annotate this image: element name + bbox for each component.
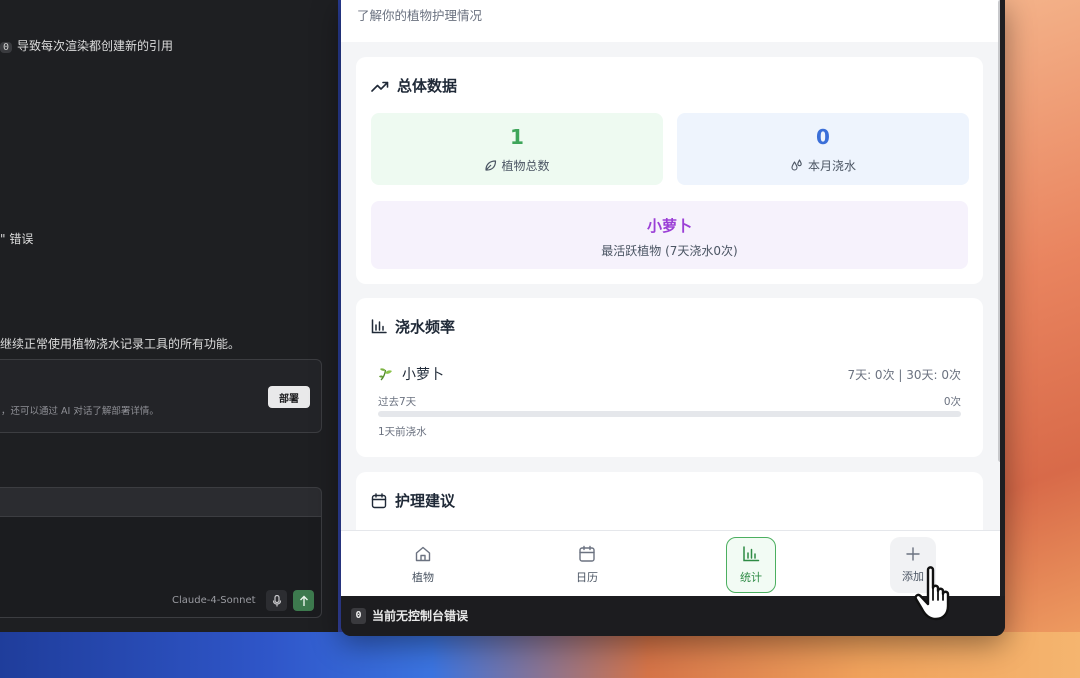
period-value: 0次: [943, 396, 961, 408]
microphone-icon: [272, 594, 281, 606]
hand-pointer-cursor-icon: [914, 566, 950, 621]
editor-message-line: " 错误: [0, 232, 34, 246]
card-title-text: 总体数据: [397, 77, 458, 95]
month-water-stat: 0 本月浇水: [677, 113, 969, 185]
most-active-plant: 小萝卜 最活跃植物 (7天浇水0次): [371, 201, 968, 269]
total-plants-value: 1: [510, 125, 524, 149]
bottom-navigation: 植物 日历 统计 添加: [341, 530, 1000, 596]
most-active-name: 小萝卜: [646, 217, 692, 235]
care-tips-title: 护理建议: [371, 490, 455, 511]
total-plants-label: 植物总数: [371, 157, 663, 174]
droplets-icon: [791, 159, 802, 171]
plus-icon: [906, 547, 920, 561]
code-badge: 0: [0, 42, 13, 53]
stat-label-text: 本月浇水: [807, 159, 856, 173]
microphone-button[interactable]: [266, 590, 287, 611]
plant-name: 小萝卜: [402, 367, 444, 383]
total-plants-stat: 1 植物总数: [371, 113, 663, 185]
send-button[interactable]: [293, 590, 314, 611]
preview-window: 了解你的植物护理情况 总体数据 1 植物总数 0 本月浇水 小萝卜 最活跃植物 …: [341, 0, 1005, 636]
nav-label: 植物: [412, 571, 434, 584]
calendar-icon: [371, 492, 387, 508]
card-title-text: 护理建议: [395, 492, 456, 510]
deploy-button[interactable]: 部署: [268, 386, 310, 408]
console-status-text: 当前无控制台错误: [372, 609, 469, 623]
nav-calendar[interactable]: 日历: [562, 537, 612, 593]
card-title-text: 浇水频率: [395, 318, 456, 336]
chat-input[interactable]: Claude-4-Sonnet: [0, 516, 322, 618]
calendar-icon: [579, 545, 595, 562]
last-watered: 1天前浇水: [378, 426, 427, 438]
home-icon: [415, 546, 431, 562]
page-header: 了解你的植物护理情况: [341, 0, 998, 42]
leaf-icon: [485, 160, 497, 171]
error-count-badge: 0: [351, 607, 366, 624]
month-water-label: 本月浇水: [677, 157, 969, 174]
deploy-card: ，还可以通过 AI 对话了解部署详情。 部署: [0, 359, 322, 433]
nav-label: 日历: [576, 571, 598, 584]
nav-plants[interactable]: 植物: [398, 537, 448, 593]
nav-stats[interactable]: 统计: [726, 537, 776, 593]
herb-icon: [379, 368, 392, 381]
page-subtitle: 了解你的植物护理情况: [357, 8, 483, 23]
overview-card: 总体数据 1 植物总数 0 本月浇水 小萝卜 最活跃植物 (7天浇水0次): [356, 57, 983, 284]
console-status: 0 当前无控制台错误: [351, 607, 468, 624]
deploy-note: ，还可以通过 AI 对话了解部署详情。: [1, 406, 159, 417]
scrollbar[interactable]: [998, 0, 1000, 462]
most-active-label: 最活跃植物 (7天浇水0次): [601, 244, 738, 258]
plant-app: 了解你的植物护理情况 总体数据 1 植物总数 0 本月浇水 小萝卜 最活跃植物 …: [341, 0, 1000, 596]
arrow-up-icon: [299, 595, 308, 606]
overview-title: 总体数据: [371, 75, 457, 96]
nav-label: 统计: [740, 571, 762, 584]
plant-row: 小萝卜: [378, 364, 444, 384]
editor-message-line: 0 导致每次渲染都创建新的引用: [0, 37, 173, 54]
bar-chart-icon: [743, 546, 760, 562]
watering-progress-bar: [378, 411, 961, 417]
frequency-title: 浇水频率: [371, 316, 455, 337]
chat-input-header: [0, 487, 322, 517]
bar-chart-icon: [371, 319, 387, 334]
desktop-wallpaper-bottom: [0, 632, 1080, 678]
stat-label-text: 植物总数: [501, 159, 550, 173]
trending-up-icon: [371, 81, 389, 92]
period-label: 过去7天: [378, 396, 417, 408]
editor-text: 导致每次渲染都创建新的引用: [17, 39, 174, 53]
editor-message-line: 继续正常使用植物浇水记录工具的所有功能。: [0, 337, 241, 351]
model-selector[interactable]: Claude-4-Sonnet: [172, 595, 256, 606]
month-water-value: 0: [816, 125, 830, 149]
editor-window: 0 导致每次渲染都创建新的引用 " 错误 继续正常使用植物浇水记录工具的所有功能。…: [0, 0, 338, 632]
console-status-bar: 0 当前无控制台错误: [341, 596, 1005, 636]
frequency-card: 浇水频率 小萝卜 7天: 0次 | 30天: 0次 过去7天 0次 1天前浇水: [356, 298, 983, 457]
watering-counts: 7天: 0次 | 30天: 0次: [847, 368, 961, 382]
